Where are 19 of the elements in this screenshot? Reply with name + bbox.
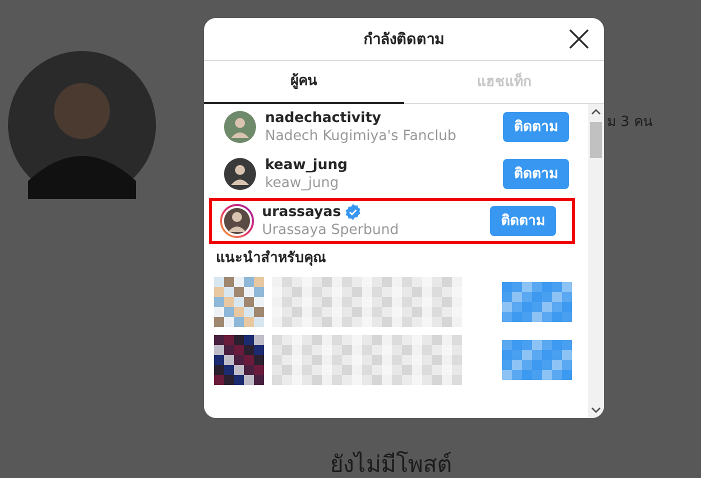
close-button[interactable] <box>568 28 590 50</box>
pixelated-avatar <box>214 335 264 385</box>
dialog-title: กำลังติดตาม <box>364 28 444 50</box>
full-name: Urassaya Sperbund <box>262 221 400 239</box>
scrollbar-thumb[interactable] <box>590 122 602 158</box>
scroll-down-icon <box>591 406 601 414</box>
empty-posts-text: ยังไม่มีโพสต์ <box>330 450 452 478</box>
full-name: keaw_jung <box>265 174 340 192</box>
full-name: Nadech Kugimiya's Fanclub <box>265 127 458 145</box>
pixelated-avatar <box>214 277 264 327</box>
follower-count: ม 3 คน <box>607 113 653 132</box>
scroll-up-icon <box>591 108 601 116</box>
avatar <box>223 110 257 144</box>
username[interactable]: keaw_jung <box>265 156 348 174</box>
avatar <box>223 157 257 191</box>
username[interactable]: urassayas <box>262 203 341 221</box>
section-heading: แนะนำสำหรับคุณ <box>215 249 327 268</box>
tab[interactable]: ผู้คน <box>204 61 404 104</box>
username[interactable]: nadechactivity <box>265 109 382 127</box>
